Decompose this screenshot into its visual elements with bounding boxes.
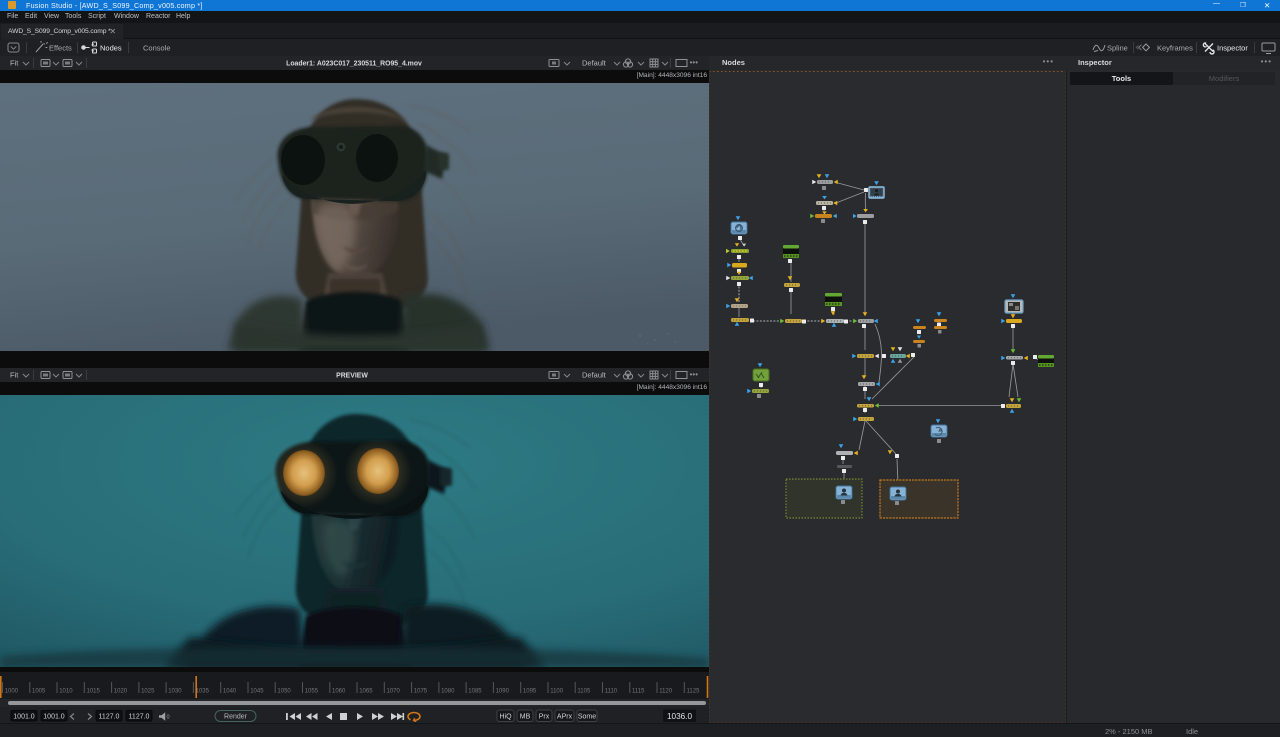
svg-text:1075: 1075 [414,689,428,695]
svg-text:1105: 1105 [577,689,591,695]
svg-text:1050: 1050 [277,689,291,695]
svg-text:Default: Default [582,59,607,68]
svg-text:1080: 1080 [441,689,455,695]
svg-text:1110: 1110 [605,689,618,695]
svg-text:Inspector: Inspector [1217,44,1248,53]
svg-text:Effects: Effects [49,44,72,53]
svg-text:1036.0: 1036.0 [667,712,692,721]
svg-text:0: 0 [167,715,170,721]
svg-text:1065: 1065 [359,689,373,695]
svg-text:1005: 1005 [32,689,46,695]
svg-text:1070: 1070 [387,689,401,695]
svg-text:Some: Some [578,714,596,721]
svg-text:•••: ••• [690,370,699,379]
svg-text:Fit: Fit [10,59,19,68]
svg-text:1040: 1040 [223,689,237,695]
svg-text:1120: 1120 [659,689,673,695]
svg-text:1127.0: 1127.0 [99,714,120,721]
svg-text:1060: 1060 [332,689,346,695]
svg-text:Render: Render [224,713,248,720]
svg-text:1015: 1015 [87,689,101,695]
svg-text:MB: MB [520,714,531,721]
svg-text:1030: 1030 [168,689,182,695]
svg-text:1025: 1025 [141,689,155,695]
svg-text:•••: ••• [690,58,699,67]
svg-text:HiQ: HiQ [499,714,512,721]
svg-text:1115: 1115 [632,689,645,695]
svg-text:Keyframes: Keyframes [1157,44,1193,53]
svg-text:1035: 1035 [196,689,210,695]
svg-text:1045: 1045 [250,689,264,695]
svg-text:1085: 1085 [468,689,482,695]
svg-text:1010: 1010 [59,689,73,695]
svg-text:1125: 1125 [687,689,701,695]
svg-text:Fit: Fit [10,371,19,380]
svg-text:1001.0: 1001.0 [43,714,65,721]
svg-text:1001.0: 1001.0 [13,714,35,721]
svg-text:Console: Console [143,44,171,53]
svg-text:1100: 1100 [550,689,564,695]
svg-text:1055: 1055 [305,689,319,695]
svg-text:1095: 1095 [523,689,537,695]
svg-text:APrx: APrx [557,714,573,721]
svg-text:1127.0: 1127.0 [129,714,150,721]
svg-text:Prx: Prx [539,714,550,721]
svg-text:Nodes: Nodes [100,44,122,53]
svg-text:1000: 1000 [5,689,19,695]
svg-text:Spline: Spline [1107,44,1128,53]
svg-text:1090: 1090 [496,689,510,695]
svg-text:PREVIEW: PREVIEW [336,373,368,380]
svg-text:1020: 1020 [114,689,128,695]
svg-text:Loader1: A023C017_230511_RO95_: Loader1: A023C017_230511_RO95_4.mov [286,61,422,68]
svg-text:Default: Default [582,371,607,380]
